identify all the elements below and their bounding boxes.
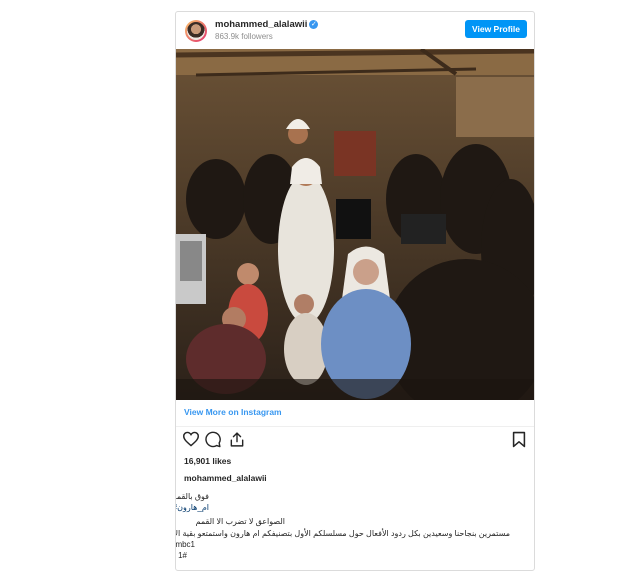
share-icon[interactable] [228,431,246,448]
post-photo[interactable] [176,49,534,400]
verified-badge-icon: ✓ [309,20,319,29]
caption-line-6: 1# [178,551,187,560]
caption-line-1: فوق بالقمه ❤ [175,491,209,502]
username[interactable]: mohammed_alalawii [215,19,307,30]
caption-line-1-text: فوق بالقمه [175,492,209,501]
like-heart-icon[interactable] [182,431,200,447]
view-more-link[interactable]: View More on Instagram [184,407,282,417]
hashtag-link[interactable]: ام_هارون# [176,502,209,513]
avatar[interactable] [185,20,207,42]
post-header: mohammed_alalawii ✓ 863.9k followers View… [176,12,534,48]
view-profile-button[interactable]: View Profile [465,20,527,38]
caption-username[interactable]: mohammed_alalawii [184,473,267,483]
caption-line-3: الصواعق لا تضرب الا القمم [195,517,285,526]
avatar-image [187,22,205,40]
instagram-embed: mohammed_alalawii ✓ 863.9k followers View… [175,11,535,571]
divider [176,426,534,427]
post-photo-image [176,49,534,400]
caption-line-5: mbc1 [175,540,195,549]
bookmark-icon[interactable] [512,431,526,448]
like-count[interactable]: 16,901 likes [184,456,231,466]
caption-line-4: مستمرين بنجاحنا وسعيدين بكل ردود الأفعال… [175,529,510,538]
follower-count: 863.9k followers [215,32,273,41]
username-row[interactable]: mohammed_alalawii ✓ [215,19,319,30]
comment-icon[interactable] [205,431,222,448]
